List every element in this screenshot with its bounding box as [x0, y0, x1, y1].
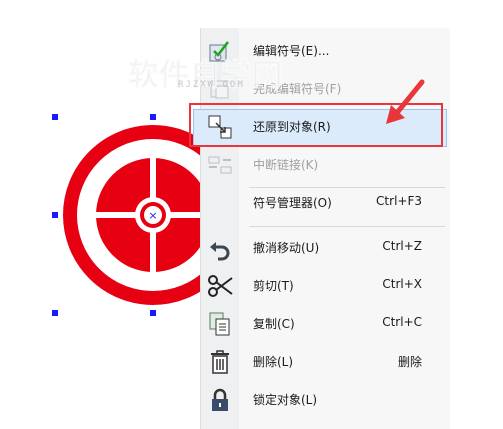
menu-item-delete[interactable]: 删除(L) 删除: [201, 343, 450, 381]
menu-item-undo-move[interactable]: 撤消移动(U) Ctrl+Z: [201, 229, 450, 267]
menu-item-break-link: 中断链接(K): [201, 146, 450, 184]
menu-item-shortcut: Ctrl+F3: [376, 194, 422, 208]
menu-separator: [249, 226, 445, 227]
trash-icon: [203, 345, 237, 379]
menu-item-label: 复制(C): [253, 317, 295, 331]
menu-item-shortcut: Ctrl+Z: [382, 239, 422, 253]
menu-item-shortcut: 删除: [397, 355, 422, 369]
menu-item-label: 符号管理器(O): [253, 196, 332, 210]
selection-handle[interactable]: [52, 212, 58, 218]
menu-item-lock-object[interactable]: 锁定对象(L): [201, 381, 450, 419]
menu-item-shortcut: Ctrl+C: [382, 315, 422, 329]
menu-item-label: 中断链接(K): [253, 158, 319, 172]
undo-icon: [203, 231, 237, 265]
menu-item-label: 锁定对象(L): [253, 393, 318, 407]
selection-handle[interactable]: [52, 310, 58, 316]
lock-icon: [203, 383, 237, 417]
menu-item-label: 撤消移动(U): [253, 241, 320, 255]
menu-item-copy[interactable]: 复制(C) Ctrl+C: [201, 305, 450, 343]
selection-handle[interactable]: [52, 114, 58, 120]
selection-handle[interactable]: [150, 310, 156, 316]
menu-item-label: 剪切(T): [253, 279, 294, 293]
scissors-icon: [203, 269, 237, 303]
selection-handle[interactable]: [150, 114, 156, 120]
menu-item-cut[interactable]: 剪切(T) Ctrl+X: [201, 267, 450, 305]
watermark-subtext: RJZXW.COM: [178, 80, 245, 90]
center-marker-x: ×: [148, 209, 157, 222]
annotation-arrow-icon: [386, 79, 425, 124]
copy-icon: [203, 307, 237, 341]
menu-item-shortcut: Ctrl+X: [382, 277, 422, 291]
menu-item-label: 删除(L): [253, 355, 294, 369]
menu-item-symbol-manager[interactable]: 符号管理器(O) Ctrl+F3: [201, 184, 450, 222]
break-link-icon: [203, 148, 237, 182]
